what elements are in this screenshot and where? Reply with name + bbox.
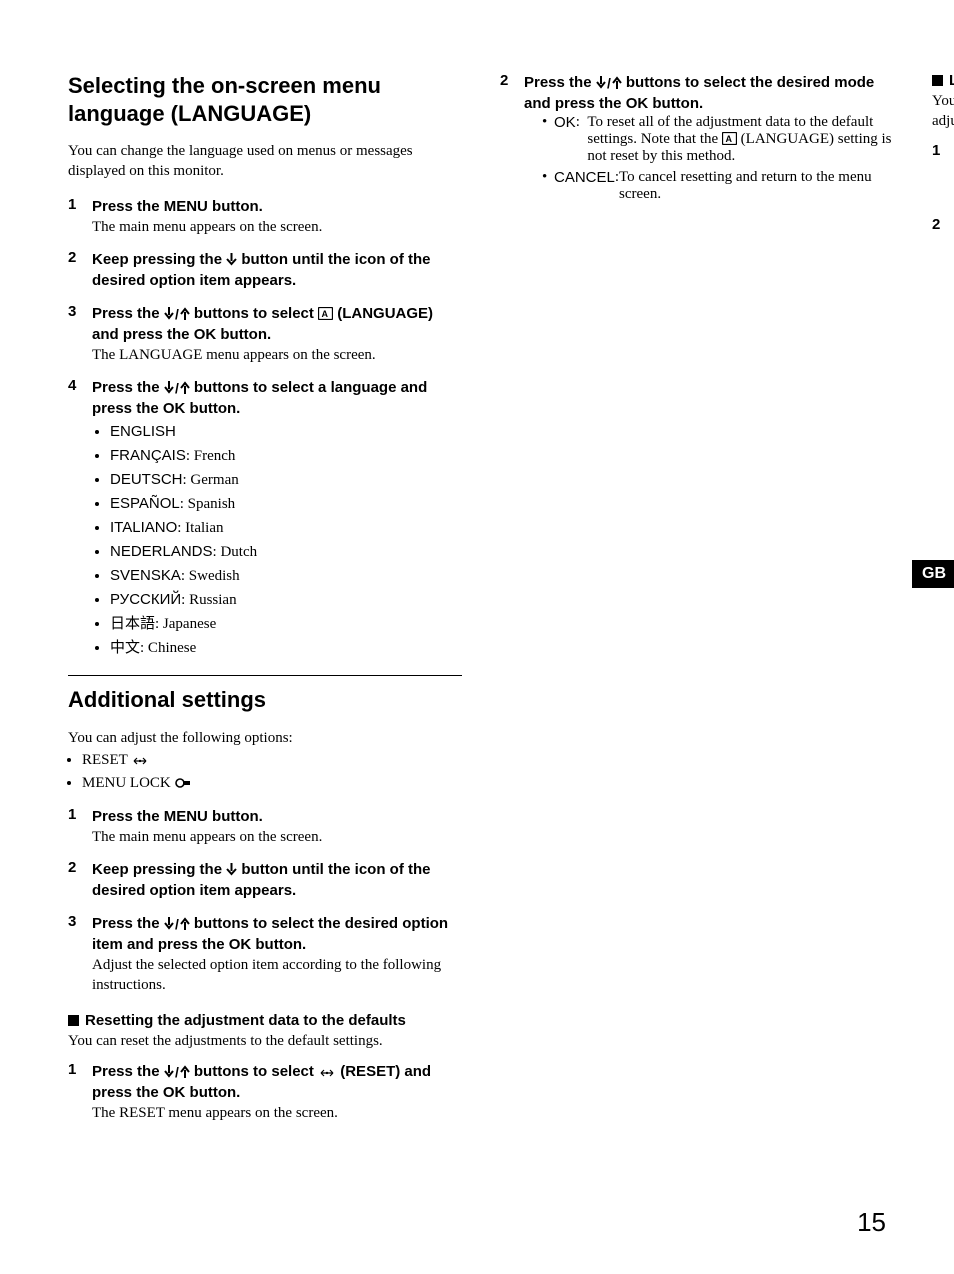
svg-text:/: / — [175, 917, 179, 930]
language-list: ENGLISH FRANÇAIS: French DEUTSCH: German… — [92, 421, 462, 659]
down-up-arrow-icon: / — [164, 1065, 190, 1078]
lang-item: 中文: Chinese — [110, 637, 462, 659]
lstep-1: 1 Press the / buttons to select (MENU LO… — [932, 142, 954, 204]
menulock-icon — [175, 777, 193, 789]
reset-icon — [131, 756, 149, 766]
step-2: 2 Keep pressing the button until the ico… — [68, 249, 462, 291]
lang-item: FRANÇAIS: French — [110, 445, 462, 467]
step-1-title: Press the MENU button. — [92, 196, 462, 217]
intro-language: You can change the language used on menu… — [68, 141, 462, 182]
astep-3: 3 Press the / buttons to select the desi… — [68, 913, 462, 996]
astep-2: 2 Keep pressing the button until the ico… — [68, 859, 462, 901]
reset-opt-cancel: • CANCEL: To cancel resetting and return… — [542, 169, 894, 203]
down-arrow-icon — [226, 253, 237, 266]
opt-menulock: MENU LOCK — [82, 773, 462, 794]
intro-reset: You can reset the adjustments to the def… — [68, 1031, 462, 1051]
reset-options: • OK: To reset all of the adjustment dat… — [542, 114, 894, 203]
step-4: 4 Press the / buttons to select a langua… — [68, 377, 462, 659]
rstep-2: 2 Press the / buttons to select the desi… — [500, 72, 894, 203]
language-icon: A — [318, 307, 333, 320]
section-divider — [68, 675, 462, 676]
steps-lock: 1 Press the / buttons to select (MENU LO… — [932, 142, 954, 364]
additional-options: RESET MENU LOCK — [68, 750, 462, 794]
lang-item: ENGLISH — [110, 421, 462, 443]
square-bullet-icon — [68, 1015, 79, 1026]
down-arrow-icon — [226, 863, 237, 876]
lang-item: SVENSKA: Swedish — [110, 565, 462, 587]
svg-text:A: A — [725, 134, 732, 144]
astep-1: 1 Press the MENU button. The main menu a… — [68, 806, 462, 847]
svg-text:A: A — [322, 309, 329, 319]
step-1-body: The main menu appears on the screen. — [92, 217, 462, 237]
step-3-body: The LANGUAGE menu appears on the screen. — [92, 345, 462, 365]
step-1: 1 Press the MENU button. The main menu a… — [68, 196, 462, 237]
subhead-reset: Resetting the adjustment data to the def… — [68, 1012, 462, 1029]
svg-text:/: / — [607, 76, 611, 89]
opt-reset: RESET — [82, 750, 462, 771]
intro-lock: You can lock the control of buttons to p… — [932, 91, 954, 132]
heading-additional: Additional settings — [68, 686, 462, 714]
down-up-arrow-icon: / — [164, 917, 190, 930]
reset-opt-ok: • OK: To reset all of the adjustment dat… — [542, 114, 894, 165]
lang-item: 日本語: Japanese — [110, 613, 462, 635]
intro-additional: You can adjust the following options: — [68, 728, 462, 748]
square-bullet-icon — [932, 75, 943, 86]
language-tab: GB — [912, 560, 954, 588]
svg-text:/: / — [175, 1065, 179, 1078]
lang-item: NEDERLANDS: Dutch — [110, 541, 462, 563]
lang-item: ESPAÑOL: Spanish — [110, 493, 462, 515]
lang-item: DEUTSCH: German — [110, 469, 462, 491]
down-up-arrow-icon: / — [164, 381, 190, 394]
svg-text:/: / — [175, 381, 179, 394]
lstep-2: 2 Press the / buttons to select ON or OF… — [932, 216, 954, 364]
lang-item: ITALIANO: Italian — [110, 517, 462, 539]
steps-language: 1 Press the MENU button. The main menu a… — [68, 196, 462, 660]
svg-text:/: / — [175, 307, 179, 320]
language-icon: A — [722, 132, 737, 145]
down-up-arrow-icon: / — [596, 76, 622, 89]
rstep-1: 1 Press the / buttons to select (RESET) … — [68, 1061, 462, 1123]
subhead-lock: Locking the menus and controls — [932, 72, 954, 89]
steps-additional: 1 Press the MENU button. The main menu a… — [68, 806, 462, 996]
step-3: 3 Press the / buttons to select A (LANGU… — [68, 303, 462, 365]
step-3-title: Press the / buttons to select A (LANGUAG… — [92, 303, 462, 345]
page-number: 15 — [857, 1207, 886, 1238]
reset-icon — [318, 1068, 336, 1078]
step-2-title: Keep pressing the button until the icon … — [92, 249, 462, 291]
down-up-arrow-icon: / — [164, 307, 190, 320]
heading-language: Selecting the on-screen menu language (L… — [68, 72, 462, 127]
step-4-title: Press the / buttons to select a language… — [92, 377, 462, 419]
lang-item: РУССКИЙ: Russian — [110, 589, 462, 611]
